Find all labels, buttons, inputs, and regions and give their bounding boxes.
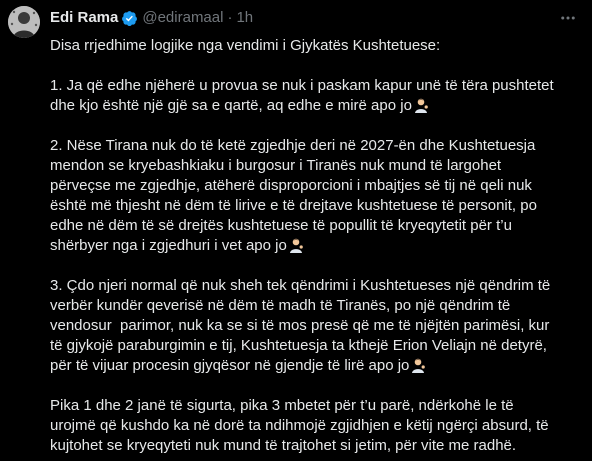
point-1-paragraph: 1. Ja që edhe njëherë u provua se nuk i … xyxy=(50,76,586,116)
person-tipping-hand-emoji xyxy=(410,357,426,373)
text-line: 3. Çdo njeri normal që nuk sheh tek qënd… xyxy=(50,277,551,294)
text-line: edhe në dëm të së drejtës kushtetuese të… xyxy=(50,217,512,234)
text-line: të gjykojë paraburgimin e tij, Kushtetue… xyxy=(50,337,547,354)
separator-dot: · xyxy=(227,9,233,26)
point-2-paragraph: 2. Nëse Tirana nuk do të ketë zgjedhje d… xyxy=(50,136,586,256)
text-line: kujtohet se kryeqyteti nuk mund të trajt… xyxy=(50,437,517,454)
person-tipping-hand-emoji xyxy=(288,237,304,253)
text-line: shërbyer nga i zgjedhuri i vet apo jo xyxy=(50,237,287,254)
text-line: përveçse me zgjedhje, atëherë disproporc… xyxy=(50,177,532,194)
timestamp[interactable]: 1h xyxy=(236,8,253,28)
tweet-text: Disa rrjedhime logjike nga vendimi i Gjy… xyxy=(50,36,586,456)
text-line: dhe kjo është një gjë sa e qartë, aq edh… xyxy=(50,97,412,114)
text-line-with-emoji: shërbyer nga i zgjedhuri i vet apo jo xyxy=(50,236,586,256)
text-line: Pika 1 dhe 2 janë të sigurta, pika 3 mbe… xyxy=(50,397,514,414)
text-line: verbër kundër qeverisë në dëm të madh të… xyxy=(50,297,511,314)
verified-badge-icon[interactable] xyxy=(121,10,138,27)
conclusion-paragraph: Pika 1 dhe 2 janë të sigurta, pika 3 mbe… xyxy=(50,396,586,456)
text-line-with-emoji: për të vijuar procesin gjyqësor në gjend… xyxy=(50,356,586,376)
text-line-with-emoji: dhe kjo është një gjë sa e qartë, aq edh… xyxy=(50,96,586,116)
text-line: vendosur parimor, nuk ka se si të mos pr… xyxy=(50,317,550,334)
more-options-icon[interactable] xyxy=(558,8,578,28)
text-line: Disa rrjedhime logjike nga vendimi i Gjy… xyxy=(50,37,441,54)
text-line: 1. Ja që edhe njëherë u provua se nuk i … xyxy=(50,77,554,94)
text-line: për të vijuar procesin gjyqësor në gjend… xyxy=(50,357,410,374)
author-name[interactable]: Edi Rama xyxy=(50,8,118,28)
avatar[interactable] xyxy=(8,6,40,38)
author-handle[interactable]: @ediramaal xyxy=(142,8,223,28)
text-line: mendon se kryebashkiaku i burgosur i Tir… xyxy=(50,157,502,174)
point-3-paragraph: 3. Çdo njeri normal që nuk sheh tek qënd… xyxy=(50,276,586,376)
text-line: 2. Nëse Tirana nuk do të ketë zgjedhje d… xyxy=(50,137,536,154)
tweet-header: Edi Rama @ediramaal · 1h xyxy=(50,8,584,28)
person-tipping-hand-emoji xyxy=(413,97,429,113)
tweet: Edi Rama @ediramaal · 1h Disa rrjedhime … xyxy=(0,0,592,461)
text-line: është më thjesht në dëm të lirive e të d… xyxy=(50,197,537,214)
avatar-portrait xyxy=(8,6,40,38)
text-line: urojmë që kushdo ka në dorë ta ndihmojë … xyxy=(50,417,549,434)
intro-paragraph: Disa rrjedhime logjike nga vendimi i Gjy… xyxy=(50,36,586,56)
